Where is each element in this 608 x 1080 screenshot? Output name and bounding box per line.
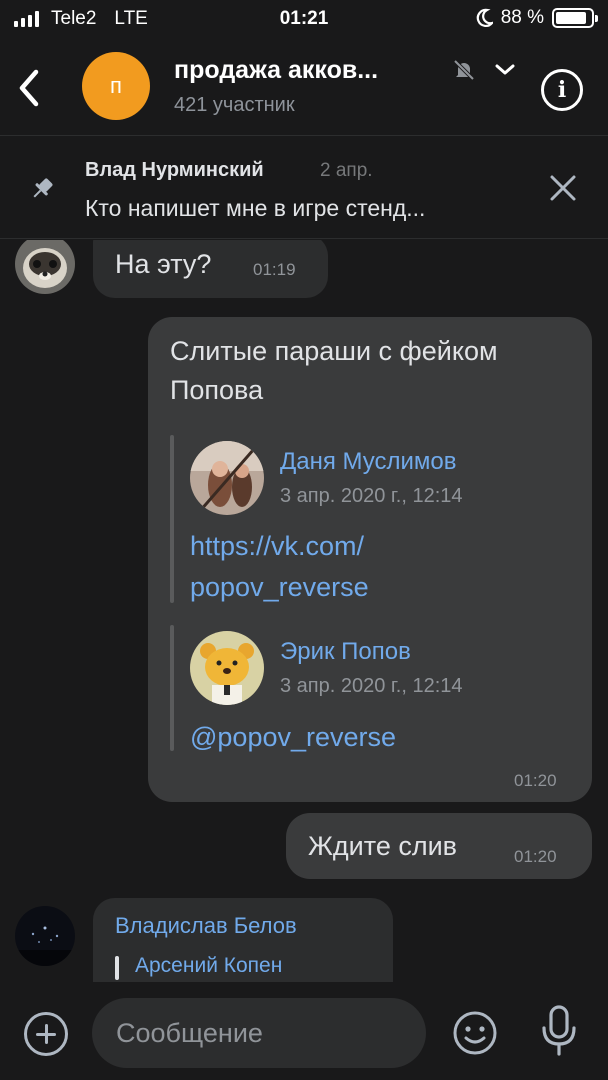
reply-author[interactable]: Арсений Копен bbox=[135, 954, 282, 978]
members-count: 421 участник bbox=[174, 94, 295, 116]
message-input[interactable] bbox=[92, 998, 426, 1068]
forward-date: 3 апр. 2020 г., 12:14 bbox=[280, 675, 463, 697]
chat-header: п продажа акков... 421 участник i bbox=[0, 40, 608, 136]
battery-fill bbox=[556, 12, 586, 24]
forward-quote-bar bbox=[170, 435, 174, 603]
add-icon[interactable] bbox=[24, 1012, 68, 1056]
message-link[interactable]: popov_reverse bbox=[190, 569, 369, 605]
composer bbox=[0, 982, 608, 1080]
emoji-icon[interactable] bbox=[452, 1010, 498, 1056]
message-text: На эту? bbox=[115, 249, 212, 279]
reply-quote-bar bbox=[115, 956, 119, 980]
pinned-message[interactable]: Влад Нурминский 2 апр. Кто напишет мне в… bbox=[0, 137, 608, 239]
avatar[interactable] bbox=[15, 240, 75, 294]
chat-avatar[interactable]: п bbox=[82, 52, 150, 120]
message-bubble[interactable]: Ждите слив 01:20 bbox=[286, 813, 592, 879]
mute-icon bbox=[453, 59, 475, 81]
moon-icon bbox=[476, 8, 493, 27]
avatar[interactable] bbox=[190, 441, 264, 515]
info-icon[interactable]: i bbox=[541, 69, 583, 111]
message-bubble[interactable]: Слитые параши с фейком Попова Даня Мусли… bbox=[148, 317, 592, 802]
forward-date: 3 апр. 2020 г., 12:14 bbox=[280, 485, 463, 507]
pinned-date: 2 апр. bbox=[320, 160, 373, 181]
avatar[interactable] bbox=[190, 631, 264, 705]
chevron-down-icon[interactable] bbox=[494, 60, 516, 80]
message-text: Ждите слив bbox=[308, 831, 458, 861]
pinned-text: Кто напишет мне в игре стенд... bbox=[85, 195, 426, 221]
back-icon[interactable] bbox=[14, 66, 46, 110]
pinned-author: Влад Нурминский bbox=[85, 159, 264, 181]
pin-icon bbox=[33, 178, 53, 198]
message-bubble[interactable]: Владислав Белов Арсений Копен bbox=[93, 898, 393, 982]
battery-percent: 88 % bbox=[500, 7, 544, 28]
message-feed[interactable]: На эту? 01:19 Слитые параши с фейком Поп… bbox=[0, 240, 608, 982]
status-bar: Tele2 LTE 01:21 88 % bbox=[0, 0, 608, 40]
forward-author[interactable]: Эрик Попов bbox=[280, 638, 411, 666]
message-text: Слитые параши с фейком bbox=[170, 336, 498, 366]
chat-title[interactable]: продажа акков... bbox=[174, 56, 378, 85]
forward-author[interactable]: Даня Муслимов bbox=[280, 448, 457, 476]
message-time: 01:20 bbox=[514, 847, 557, 866]
battery-icon bbox=[552, 8, 598, 28]
message-link[interactable]: https://vk.com/ bbox=[190, 528, 364, 564]
avatar[interactable] bbox=[15, 906, 75, 966]
message-time: 01:20 bbox=[514, 771, 557, 790]
message-author[interactable]: Владислав Белов bbox=[115, 913, 297, 939]
message-bubble[interactable]: На эту? 01:19 bbox=[93, 240, 328, 298]
message-text: Попова bbox=[170, 375, 264, 405]
forward-quote-bar bbox=[170, 625, 174, 751]
mic-icon[interactable] bbox=[538, 1004, 580, 1058]
message-mention[interactable]: @popov_reverse bbox=[190, 719, 396, 755]
message-time: 01:19 bbox=[253, 260, 296, 279]
close-icon[interactable] bbox=[548, 173, 578, 203]
